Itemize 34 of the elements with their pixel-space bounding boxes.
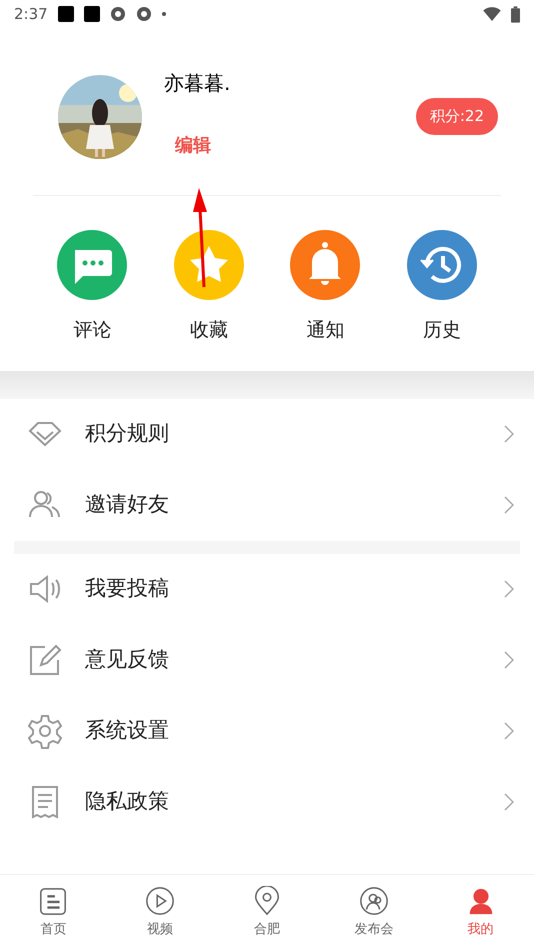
chevron-icon [504, 793, 514, 811]
user-name: 亦暮暮. [164, 70, 230, 97]
people-icon [358, 886, 389, 916]
menu-item[interactable]: 意见反馈 [0, 624, 534, 696]
gear-icon [27, 713, 63, 749]
nav-tab[interactable]: 合肥 [214, 875, 320, 950]
video-icon [145, 886, 176, 916]
notification-icon [84, 6, 100, 22]
menu-item[interactable]: 积分规则 [0, 398, 534, 470]
shortcut-button[interactable]: 历史 [384, 230, 500, 344]
battery-icon [511, 6, 520, 22]
aperture-icon [110, 6, 126, 22]
chevron-icon [504, 496, 514, 514]
wifi-icon [483, 7, 501, 21]
menu-item[interactable]: 隐私政策 [0, 766, 534, 838]
edit-icon [27, 642, 63, 678]
menu-item[interactable]: 我要投稿 [0, 554, 534, 624]
menu-item[interactable]: 系统设置 [0, 696, 534, 766]
shortcut-button[interactable]: 评论 [34, 230, 150, 344]
status-time: 2:37 [14, 4, 48, 25]
shortcut-button[interactable]: 收藏 [150, 230, 267, 344]
nav-tab[interactable]: 发布会 [320, 875, 428, 950]
shortcut-button[interactable]: 通知 [267, 230, 384, 344]
menu-item[interactable]: 邀请好友 [0, 470, 534, 540]
aperture-icon [136, 6, 152, 22]
chevron-icon [504, 425, 514, 443]
chevron-icon [504, 580, 514, 598]
chevron-icon [504, 651, 514, 669]
nav-tab[interactable]: 我的 [427, 875, 534, 950]
nav-tab[interactable]: 视频 [106, 875, 214, 950]
home-icon [38, 886, 68, 916]
notification-icon [58, 6, 74, 22]
chevron-icon [504, 722, 514, 740]
nav-tab[interactable]: 首页 [0, 875, 107, 950]
